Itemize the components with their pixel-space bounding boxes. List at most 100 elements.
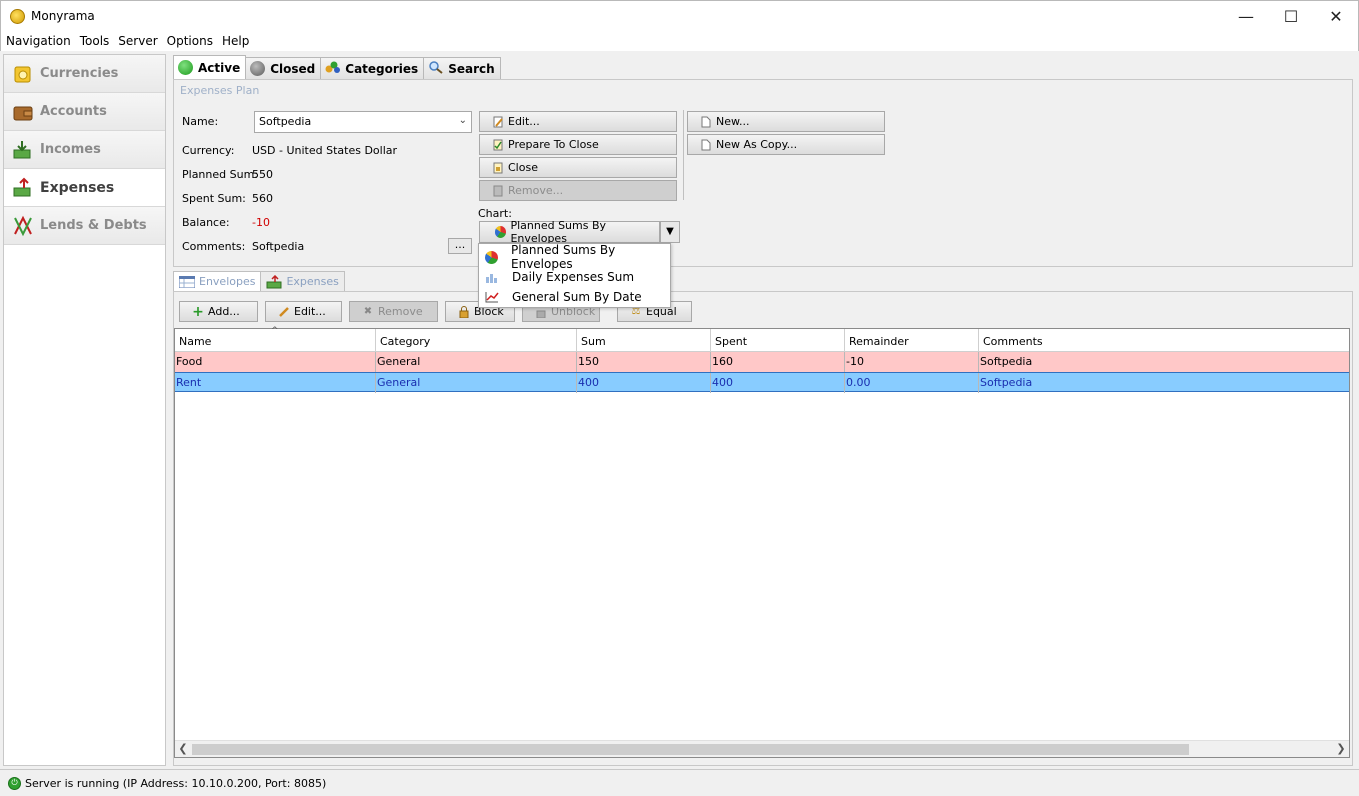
- tab-categories[interactable]: Categories: [320, 57, 425, 79]
- left-navigation: Currencies Accounts Incomes Expenses Len…: [3, 54, 166, 766]
- expenses-icon: [12, 177, 34, 199]
- envelopes-table: ^ Name Category Sum Spent Remainder Comm…: [174, 326, 1350, 758]
- currencies-icon: [12, 63, 34, 85]
- nav-item-expenses[interactable]: Expenses: [4, 169, 165, 207]
- nav-label-currencies: Currencies: [40, 66, 119, 81]
- spent-sum-label: Spent Sum:: [182, 192, 246, 205]
- nav-label-expenses: Expenses: [40, 179, 115, 196]
- nav-item-currencies[interactable]: Currencies: [4, 55, 165, 93]
- menu-tools[interactable]: Tools: [80, 34, 110, 48]
- chart-selected-value: Planned Sums By Envelopes: [510, 219, 607, 245]
- categories-icon: [325, 60, 341, 78]
- comments-more-button[interactable]: ...: [448, 238, 472, 254]
- chart-dropdown-button[interactable]: ▼: [660, 221, 680, 243]
- column-header-spent[interactable]: Spent: [711, 329, 845, 352]
- edit-icon: [492, 116, 504, 128]
- spent-sum-value: 560: [252, 192, 273, 205]
- menu-navigation[interactable]: Navigation: [6, 34, 71, 48]
- tab-envelopes[interactable]: Envelopes: [173, 271, 262, 291]
- tab-envelopes-label: Envelopes: [199, 275, 256, 288]
- table-row[interactable]: Rent General 400 400 0.00 Softpedia: [175, 372, 1349, 393]
- edit-envelope-button[interactable]: Edit...: [265, 301, 342, 322]
- wallet-icon: [12, 101, 34, 123]
- tab-active[interactable]: Active: [173, 55, 247, 79]
- new-document-icon: [700, 116, 712, 128]
- column-header-category[interactable]: Category: [376, 329, 577, 352]
- search-icon: [428, 60, 444, 78]
- tab-active-label: Active: [198, 60, 241, 75]
- scrollbar-thumb[interactable]: [192, 744, 1189, 755]
- tab-search[interactable]: Search: [423, 57, 501, 79]
- tab-closed-label: Closed: [270, 61, 316, 76]
- chart-options-popup: Planned Sums By Envelopes Daily Expenses…: [478, 243, 671, 308]
- bar-chart-icon: [484, 270, 500, 284]
- horizontal-scrollbar[interactable]: ❮ ❯: [175, 740, 1349, 757]
- menu-options[interactable]: Options: [167, 34, 213, 48]
- column-header-remainder[interactable]: Remainder: [845, 329, 979, 352]
- column-header-name[interactable]: ^ Name: [175, 326, 376, 352]
- edit-plan-label: Edit...: [508, 115, 540, 128]
- tab-closed[interactable]: Closed: [245, 57, 322, 79]
- close-plan-label: Close: [508, 161, 538, 174]
- remove-plan-button[interactable]: Remove...: [479, 180, 677, 201]
- lower-tabs: Envelopes Expenses: [173, 271, 345, 291]
- tab-expenses-label: Expenses: [286, 275, 339, 288]
- nav-item-accounts[interactable]: Accounts: [4, 93, 165, 131]
- cell-remainder: -10: [845, 352, 979, 372]
- chart-option-planned-sums[interactable]: Planned Sums By Envelopes: [479, 243, 670, 271]
- window-title: Monyrama: [31, 9, 95, 23]
- chevron-down-icon: ⌄: [458, 115, 467, 126]
- main-area: Active Closed Categories Search Expenses…: [170, 54, 1356, 766]
- column-header-comments[interactable]: Comments: [979, 329, 1349, 352]
- pencil-icon: [278, 306, 290, 318]
- remove-envelope-label: Remove: [378, 305, 423, 318]
- maximize-button[interactable]: ☐: [1268, 1, 1314, 32]
- envelopes-icon: [179, 275, 195, 288]
- cell-category: General: [376, 373, 577, 393]
- minimize-button[interactable]: —: [1223, 1, 1269, 32]
- chart-select[interactable]: Planned Sums By Envelopes: [479, 219, 660, 245]
- prepare-close-icon: [492, 139, 504, 151]
- plan-name-combo[interactable]: Softpedia ⌄: [254, 111, 472, 133]
- new-as-copy-button[interactable]: New As Copy...: [687, 134, 885, 155]
- menu-bar: Navigation Tools Server Options Help: [0, 31, 1359, 51]
- nav-label-lends-debts: Lends & Debts: [40, 218, 147, 233]
- tab-expenses[interactable]: Expenses: [260, 271, 345, 291]
- close-window-button[interactable]: ✕: [1313, 1, 1359, 32]
- table-row[interactable]: Food General 150 160 -10 Softpedia: [175, 352, 1349, 372]
- chart-option-daily-expenses[interactable]: Daily Expenses Sum: [479, 267, 670, 287]
- menu-help[interactable]: Help: [222, 34, 249, 48]
- new-plan-button[interactable]: New...: [687, 111, 885, 132]
- scroll-left-icon[interactable]: ❮: [175, 742, 191, 757]
- close-plan-button[interactable]: Close: [479, 157, 677, 178]
- tab-categories-label: Categories: [345, 61, 419, 76]
- menu-server[interactable]: Server: [118, 34, 157, 48]
- cell-sum: 400: [577, 373, 711, 393]
- balance-value: -10: [252, 216, 270, 229]
- lock-icon: [458, 305, 470, 318]
- chart-option-general-sum[interactable]: General Sum By Date: [479, 287, 670, 307]
- status-text: Server is running (IP Address: 10.10.0.2…: [25, 776, 327, 790]
- scroll-right-icon[interactable]: ❯: [1333, 742, 1349, 757]
- nav-item-incomes[interactable]: Incomes: [4, 131, 165, 169]
- prepare-to-close-label: Prepare To Close: [508, 138, 599, 151]
- chart-option-general-sum-label: General Sum By Date: [512, 290, 642, 304]
- close-plan-icon: [492, 162, 504, 174]
- edit-plan-button[interactable]: Edit...: [479, 111, 677, 132]
- add-envelope-button[interactable]: + Add...: [179, 301, 258, 322]
- remove-envelope-button[interactable]: ✖ Remove: [349, 301, 438, 322]
- lends-debts-icon: [12, 215, 34, 237]
- chart-option-daily-expenses-label: Daily Expenses Sum: [512, 270, 635, 284]
- column-header-name-label: Name: [179, 335, 212, 348]
- plus-icon: +: [192, 303, 204, 320]
- table-header: ^ Name Category Sum Spent Remainder Comm…: [175, 326, 1349, 352]
- nav-label-incomes: Incomes: [40, 142, 101, 157]
- cell-spent: 160: [711, 352, 845, 372]
- expenses-plan-panel: Expenses Plan Name: Softpedia ⌄ Currency…: [173, 79, 1353, 267]
- cell-name: Rent: [175, 373, 376, 393]
- nav-item-lends-debts[interactable]: Lends & Debts: [4, 207, 165, 245]
- prepare-to-close-button[interactable]: Prepare To Close: [479, 134, 677, 155]
- column-header-sum[interactable]: Sum: [577, 329, 711, 352]
- edit-envelope-label: Edit...: [294, 305, 326, 318]
- power-on-icon: ⏻: [8, 776, 21, 790]
